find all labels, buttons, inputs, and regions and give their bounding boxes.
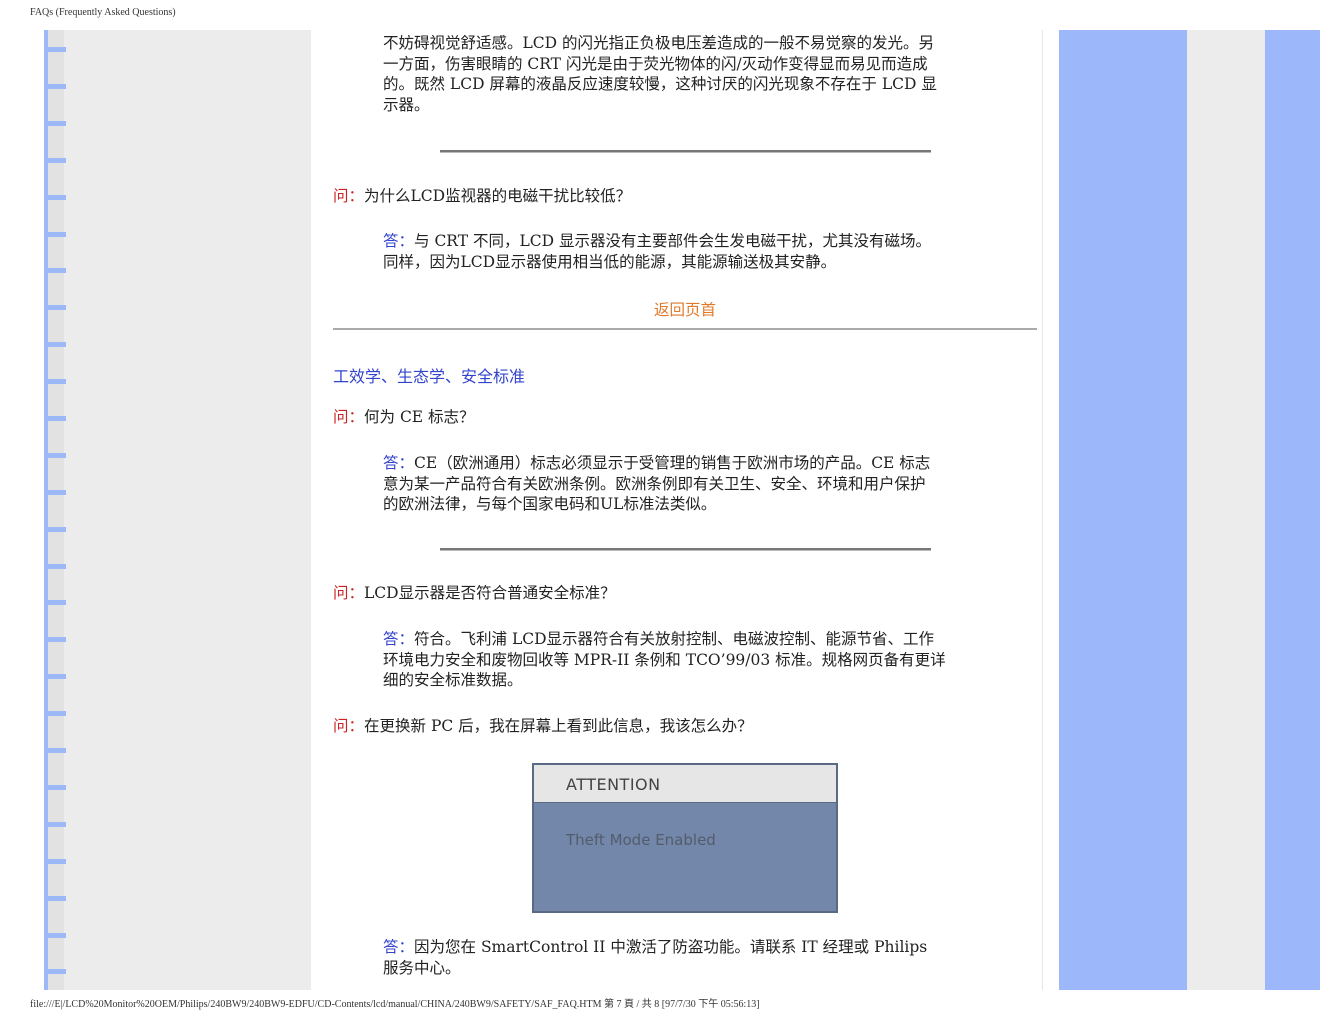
- rail-tick: [44, 637, 66, 642]
- intro-line: 的。既然 LCD 屏幕的液晶反应速度较慢，这种讨厌的闪光现象不存在于 LCD 显: [383, 75, 937, 93]
- back-to-top-link[interactable]: 返回页首: [654, 298, 716, 320]
- rail-tick: [44, 47, 66, 52]
- rail-tick: [44, 379, 66, 384]
- rail-tick: [44, 416, 66, 421]
- question-label: 问：: [333, 187, 365, 205]
- answer-theft-mode: 答：因为您在 SmartControl II 中激活了防盗功能。请联系 IT 经…: [383, 937, 927, 978]
- rail-tick: [44, 195, 66, 200]
- rail-tick: [44, 84, 66, 89]
- answer-label: 答：: [383, 630, 415, 648]
- question-text: LCD显示器是否符合普通安全标准？: [364, 584, 616, 602]
- rail-tick: [44, 711, 66, 716]
- answer-text: 服务中心。: [383, 958, 461, 977]
- rail-tick: [44, 527, 66, 532]
- answer-label: 答：: [383, 938, 415, 956]
- rail-tick: [44, 674, 66, 679]
- section-title: 工效学、生态学、安全标准: [333, 367, 526, 386]
- rail-tick: [44, 490, 66, 495]
- answer-text: 与 CRT 不同，LCD 显示器没有主要部件会生发电磁干扰，尤其没有磁场。: [414, 232, 931, 250]
- rail-tick: [44, 748, 66, 753]
- divider-rule: [440, 150, 931, 153]
- answer-emi: 答：与 CRT 不同，LCD 显示器没有主要部件会生发电磁干扰，尤其没有磁场。 …: [383, 231, 931, 272]
- rail-tick: [44, 453, 66, 458]
- answer-label: 答：: [383, 232, 415, 250]
- question-emi: 问：为什么LCD监视器的电磁干扰比较低？: [333, 186, 631, 206]
- question-safety-standards: 问：LCD显示器是否符合普通安全标准？: [333, 583, 616, 603]
- answer-text: 细的安全标准数据。: [383, 671, 523, 689]
- rail-tick: [44, 268, 66, 273]
- answer-safety-standards: 答：符合。飞利浦 LCD显示器符合有关放射控制、电磁波控制、能源节省、工作 环境…: [383, 629, 946, 691]
- answer-text: 符合。飞利浦 LCD显示器符合有关放射控制、电磁波控制、能源节省、工作: [414, 630, 935, 648]
- print-footer-path: file:///E|/LCD%20Monitor%20OEM/Philips/2…: [30, 999, 760, 1010]
- question-label: 问：: [333, 584, 365, 602]
- rail-tick: [44, 785, 66, 790]
- content-right-border: [1042, 30, 1043, 990]
- answer-text: 因为您在 SmartControl II 中激活了防盗功能。请联系 IT 经理或…: [414, 938, 928, 956]
- rail-tick: [44, 896, 66, 901]
- right-blue-band: [1059, 30, 1187, 990]
- answer-text: 同样，因为LCD显示器使用相当低的能源，其能源输送极其安静。: [383, 252, 837, 271]
- rail-tick: [44, 232, 66, 237]
- question-theft-mode: 问：在更换新 PC 后，我在屏幕上看到此信息，我该怎么办？: [333, 716, 753, 736]
- left-sidebar-panel: [44, 30, 311, 990]
- rail-tick: [44, 564, 66, 569]
- rail-tick: [44, 158, 66, 163]
- rail-tick: [44, 822, 66, 827]
- intro-line: 不妨碍视觉舒适感。LCD 的闪光指正负极电压差造成的一般不易觉察的发光。另: [383, 34, 935, 52]
- left-rail: [44, 30, 48, 990]
- intro-line: 一方面，伤害眼睛的 CRT 闪光是由于荧光物体的闪/灭动作变得显而易见而造成: [383, 54, 928, 73]
- question-text: 何为 CE 标志？: [364, 408, 475, 426]
- answer-text: CE（欧洲通用）标志必须显示于受管理的销售于欧洲市场的产品。CE 标志: [414, 454, 931, 472]
- attention-title: ATTENTION: [534, 765, 836, 803]
- answer-text: 环境电力安全和废物回收等 MPR-II 条例和 TCO’99/03 标准。规格网…: [383, 650, 946, 669]
- rail-tick: [44, 121, 66, 126]
- question-text: 在更换新 PC 后，我在屏幕上看到此信息，我该怎么办？: [364, 717, 753, 735]
- answer-ce-mark: 答：CE（欧洲通用）标志必须显示于受管理的销售于欧洲市场的产品。CE 标志 意为…: [383, 453, 930, 515]
- left-rail-track: [48, 30, 64, 990]
- attention-message-box: ATTENTION Theft Mode Enabled: [532, 763, 838, 913]
- section-divider: [333, 328, 1037, 330]
- rail-tick: [44, 859, 66, 864]
- question-label: 问：: [333, 717, 365, 735]
- intro-line: 示器。: [383, 95, 430, 114]
- answer-text: 意为某一产品符合有关欧洲条例。欧洲条例即有关卫生、安全、环境和用户保护: [383, 474, 926, 493]
- divider-rule: [440, 548, 931, 551]
- intro-paragraph: 不妨碍视觉舒适感。LCD 的闪光指正负极电压差造成的一般不易觉察的发光。另 一方…: [383, 33, 937, 115]
- question-text: 为什么LCD监视器的电磁干扰比较低？: [364, 187, 632, 205]
- attention-message: Theft Mode Enabled: [566, 831, 716, 849]
- rail-tick: [44, 933, 66, 938]
- print-header-title: FAQs (Frequently Asked Questions): [30, 7, 176, 18]
- answer-label: 答：: [383, 454, 415, 472]
- answer-text: 的欧洲法律，与每个国家电码和UL标准法类似。: [383, 495, 717, 513]
- rail-tick: [44, 969, 66, 974]
- rail-tick: [44, 342, 66, 347]
- right-grey-band: [1187, 30, 1265, 990]
- question-ce-mark: 问：何为 CE 标志？: [333, 407, 475, 427]
- right-blue-band-outer: [1265, 30, 1320, 990]
- rail-tick: [44, 600, 66, 605]
- rail-tick: [44, 305, 66, 310]
- question-label: 问：: [333, 408, 365, 426]
